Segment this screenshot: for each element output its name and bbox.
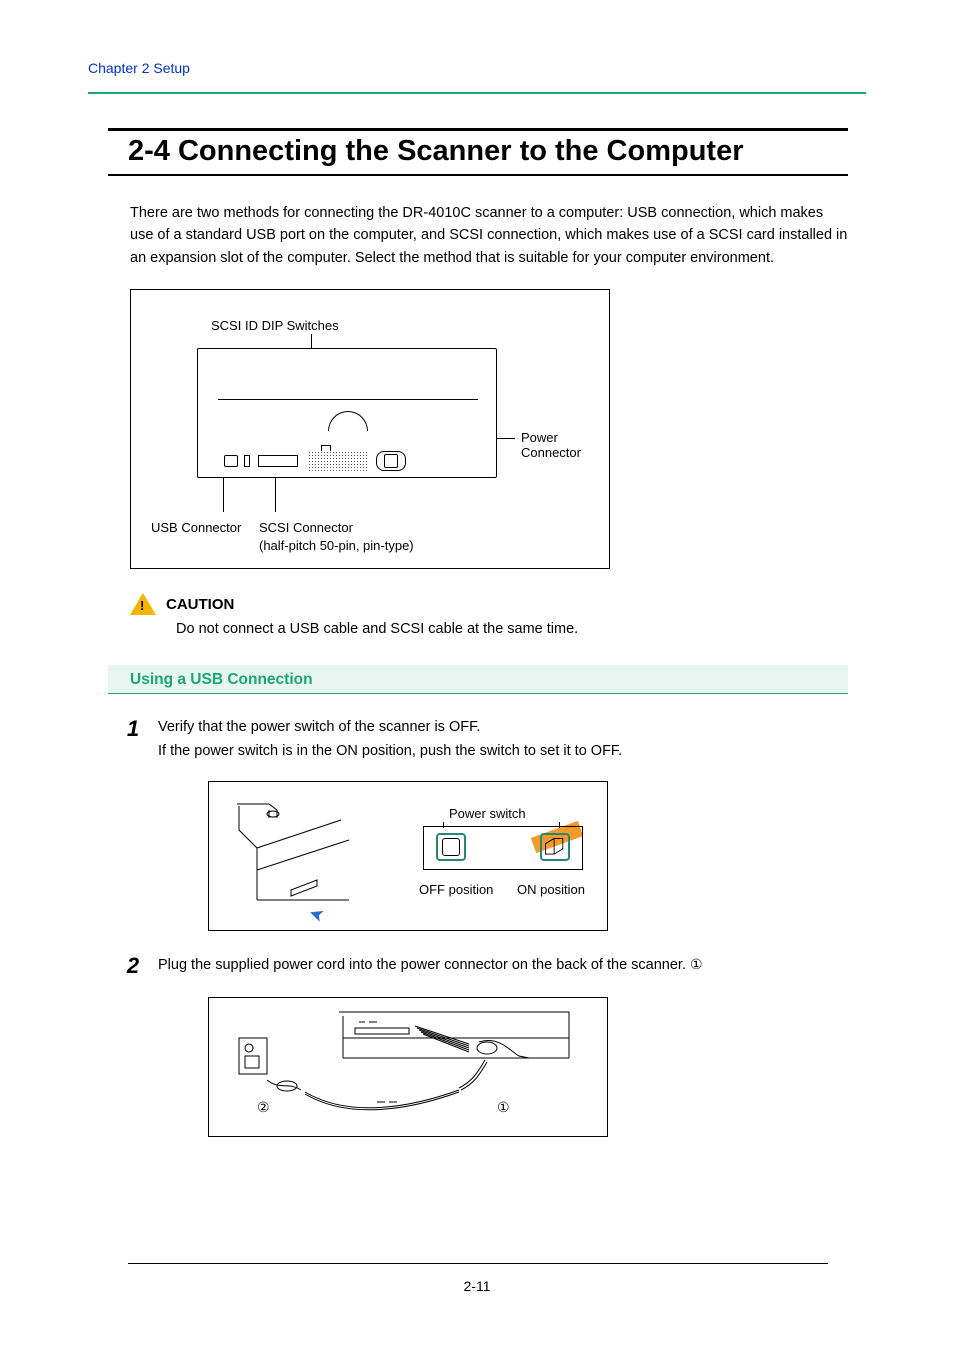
- power-connector-icon: [376, 451, 406, 471]
- page-content: 2-4 Connecting the Scanner to the Comput…: [108, 128, 848, 1137]
- caution-title: CAUTION: [166, 596, 234, 613]
- vent-arc: [328, 411, 368, 431]
- step-line: Plug the supplied power cord into the po…: [158, 957, 690, 973]
- caution-text: Do not connect a USB cable and SCSI cabl…: [176, 621, 848, 637]
- switch-on-icon: [540, 833, 570, 861]
- step-body: Plug the supplied power cord into the po…: [158, 953, 848, 1137]
- label-scsi-connector-sub: (half-pitch 50-pin, pin-type): [259, 538, 414, 553]
- label-scsi-dip: SCSI ID DIP Switches: [211, 318, 339, 333]
- page-number: 2-11: [0, 1278, 954, 1294]
- scanner-back-outline: [197, 348, 497, 478]
- figure-power-cord: ① ②: [208, 997, 608, 1137]
- header-rule: [88, 92, 866, 94]
- label-usb-connector: USB Connector: [151, 520, 241, 535]
- connector-row: [216, 451, 480, 471]
- chapter-link[interactable]: Chapter 2 Setup: [88, 60, 190, 76]
- circled-ref: ①: [690, 956, 703, 972]
- label-scsi-connector: SCSI Connector: [259, 520, 353, 535]
- dip-switch-icon: [244, 455, 250, 467]
- circled-ref-2: ②: [257, 1096, 270, 1118]
- scanner-corner-illustration: [231, 800, 351, 910]
- step-body: Verify that the power switch of the scan…: [158, 716, 848, 930]
- section-title-block: 2-4 Connecting the Scanner to the Comput…: [108, 128, 848, 176]
- scsi-port-icon: [258, 455, 298, 467]
- leader-line: [311, 334, 312, 348]
- label-off-position: OFF position: [419, 880, 493, 901]
- subheading-usb: Using a USB Connection: [108, 665, 848, 694]
- step-number: 1: [108, 716, 158, 930]
- switch-detail-box: [423, 826, 583, 870]
- circled-ref-1: ①: [497, 1096, 510, 1118]
- section-title: 2-4 Connecting the Scanner to the Comput…: [128, 135, 848, 168]
- caution-block: CAUTION: [130, 593, 848, 615]
- step-line: If the power switch is in the ON positio…: [158, 740, 848, 763]
- step-line: Verify that the power switch of the scan…: [158, 716, 848, 739]
- step-2: 2 Plug the supplied power cord into the …: [108, 953, 848, 1137]
- vent-grid-icon: [308, 451, 368, 471]
- switch-on-shape: [542, 835, 568, 859]
- label-power-switch: Power switch: [449, 804, 526, 825]
- switch-off-icon: [436, 833, 466, 861]
- divider-line: [218, 399, 478, 400]
- caution-icon: [130, 593, 156, 615]
- leader-line: [275, 478, 276, 512]
- step-1: 1 Verify that the power switch of the sc…: [108, 716, 848, 930]
- figure-power-switch: ➤ Power switch OFF position ON positio: [208, 781, 608, 931]
- usb-port-icon: [224, 455, 238, 467]
- leader-line: [223, 478, 224, 512]
- footer-rule: [128, 1263, 828, 1264]
- label-power-connector: Power Connector: [521, 430, 609, 460]
- intro-paragraph: There are two methods for connecting the…: [130, 202, 848, 269]
- figure-connectors: SCSI ID DIP Switches Power Connector USB…: [130, 289, 610, 569]
- label-on-position: ON position: [517, 880, 585, 901]
- leader-line: [497, 438, 515, 439]
- step-number: 2: [108, 953, 158, 1137]
